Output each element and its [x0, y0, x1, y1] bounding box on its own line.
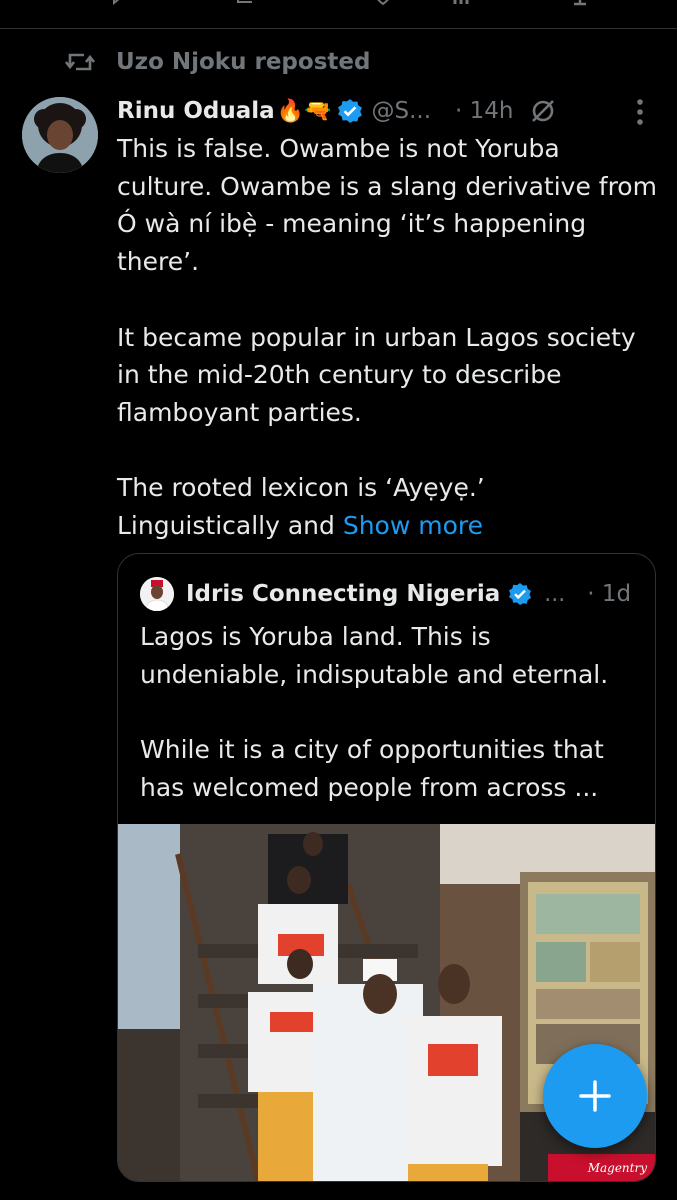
- repost-action-icon[interactable]: [232, 0, 258, 6]
- quoted-handle: ...: [544, 581, 566, 607]
- verified-badge-icon: [509, 583, 532, 605]
- share-icon[interactable]: [567, 0, 593, 6]
- views-icon[interactable]: [452, 0, 474, 6]
- show-more-link[interactable]: Show more: [343, 511, 483, 540]
- tweet-body: This is false. Owambe is not Yoruba cult…: [117, 134, 657, 541]
- quoted-avatar: [140, 577, 174, 611]
- tweet-text: This is false. Owambe is not Yoruba cult…: [117, 130, 662, 545]
- author-name[interactable]: Rinu Oduala: [117, 98, 275, 124]
- tweet-header: Rinu Oduala 🔥🔫 @S... · 14h: [117, 91, 657, 131]
- reply-icon[interactable]: [110, 0, 134, 6]
- quoted-author-name: Idris Connecting Nigeria: [186, 581, 501, 607]
- author-emojis: 🔥🔫: [276, 98, 332, 124]
- previous-tweet-actions: [0, 0, 677, 28]
- plus-icon: [579, 1080, 611, 1112]
- repost-label: Uzo Njoku reposted: [116, 49, 371, 75]
- repost-icon: [64, 53, 96, 71]
- verified-badge-icon: [338, 99, 363, 123]
- media-watermark: Magentry: [587, 1161, 647, 1175]
- author-handle[interactable]: @S...: [371, 98, 431, 124]
- avatar[interactable]: [22, 97, 98, 173]
- quoted-avatar-image: [140, 577, 174, 611]
- grok-icon[interactable]: [529, 97, 557, 125]
- like-icon[interactable]: [372, 0, 394, 6]
- quoted-text: Lagos is Yoruba land. This is undeniable…: [140, 622, 609, 802]
- more-vertical-icon[interactable]: [633, 97, 647, 127]
- tweet-divider: [0, 28, 677, 29]
- repost-context[interactable]: Uzo Njoku reposted: [64, 44, 370, 80]
- tweet-time[interactable]: · 14h: [455, 98, 513, 124]
- avatar-image: [22, 97, 98, 173]
- compose-button[interactable]: [543, 1044, 647, 1148]
- quoted-time: · 1d: [587, 581, 632, 607]
- quoted-tweet-header: Idris Connecting Nigeria ... · 1d: [140, 574, 631, 614]
